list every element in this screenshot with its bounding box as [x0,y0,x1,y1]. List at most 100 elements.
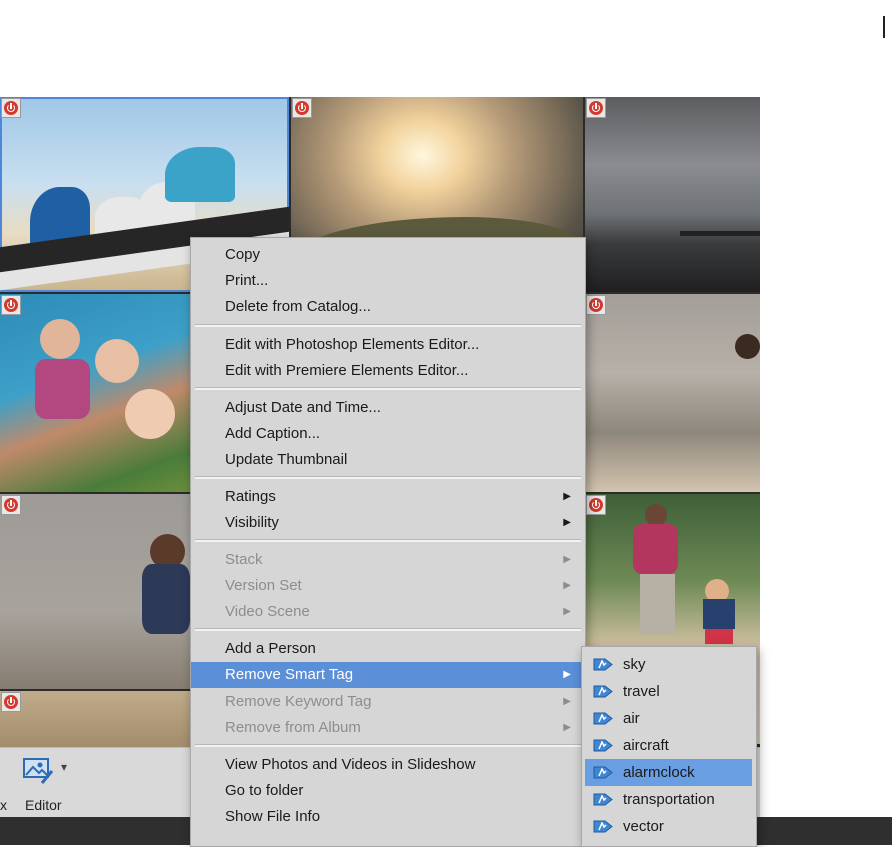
person-shape [40,319,80,359]
menu-item-add-caption[interactable]: Add Caption... [191,421,585,447]
person-shape [645,504,667,526]
person-shape [125,389,175,439]
smart-tag-icon [593,820,613,833]
menu-item-label: Update Thumbnail [225,451,348,468]
menu-item-copy[interactable]: Copy [191,242,585,268]
menu-item-label: Visibility [225,514,279,531]
submenu-arrow-icon: ▶ [563,580,571,591]
submenu-item-alarmclock[interactable]: alarmclock [585,759,752,786]
submenu-arrow-icon: ▶ [563,554,571,565]
submenu-item-label: vector [623,818,664,835]
submenu-item-travel[interactable]: travel [585,678,752,705]
person-shape [95,339,139,383]
menu-item-label: Go to folder [225,782,304,799]
menu-item-label: Remove Smart Tag [225,666,354,683]
toolbar-partial-label: x [0,797,7,813]
power-badge-icon[interactable] [586,495,606,515]
submenu-item-air[interactable]: air [585,705,752,732]
submenu-item-label: transportation [623,791,715,808]
menu-item-remove-from-album: Remove from Album ▶ [191,715,585,741]
menu-item-remove-keyword-tag: Remove Keyword Tag ▶ [191,689,585,715]
menu-item-label: Add Caption... [225,425,321,442]
menu-item-add-person[interactable]: Add a Person [191,636,585,662]
menu-item-remove-smart-tag[interactable]: Remove Smart Tag ▶ [191,662,585,688]
submenu-arrow-icon: ▶ [563,606,571,617]
menu-item-label: Remove Keyword Tag [225,693,372,710]
menu-item-delete-from-catalog[interactable]: Delete from Catalog... [191,294,585,320]
menu-item-edit-photoshop[interactable]: Edit with Photoshop Elements Editor... [191,332,585,358]
photo-thumbnail-child-water[interactable] [0,494,190,689]
submenu-item-vector[interactable]: vector [585,813,752,840]
person-shape [142,564,190,634]
menu-item-label: Stack [225,551,263,568]
smart-tag-icon [593,658,613,671]
editor-dropdown-icon[interactable]: ▾ [61,760,67,774]
smart-tag-icon [593,712,613,725]
smart-tag-icon [593,739,613,752]
menu-separator [195,387,581,390]
menu-item-label: Copy [225,246,261,263]
pier-shape [680,231,760,236]
menu-item-label: Edit with Premiere Elements Editor... [225,362,469,379]
menu-item-visibility[interactable]: Visibility ▶ [191,510,585,536]
submenu-arrow-icon: ▶ [563,517,571,528]
photo-thumbnail-shore[interactable] [585,294,760,492]
menu-item-label: Show File Info [225,808,321,825]
menu-item-label: Add a Person [225,640,316,657]
person-shape [705,629,733,644]
power-badge-icon[interactable] [1,98,21,118]
menu-item-show-file-info[interactable]: Show File Info [191,804,585,830]
power-badge-icon[interactable] [1,692,21,712]
menu-item-label: Edit with Photoshop Elements Editor... [225,336,480,353]
menu-item-ratings[interactable]: Ratings ▶ [191,484,585,510]
menu-item-stack: Stack ▶ [191,547,585,573]
person-shape [735,334,760,359]
menu-item-update-thumbnail[interactable]: Update Thumbnail [191,447,585,473]
power-badge-icon[interactable] [1,495,21,515]
menu-item-label: Video Scene [225,603,310,620]
menu-item-label: Adjust Date and Time... [225,399,381,416]
submenu-item-label: travel [623,683,660,700]
submenu-item-label: air [623,710,640,727]
menu-item-label: View Photos and Videos in Slideshow [225,756,476,773]
photo-thumbnail-family-tent[interactable] [0,294,190,492]
menu-item-view-slideshow[interactable]: View Photos and Videos in Slideshow [191,752,585,778]
smart-tag-icon [593,766,613,779]
submenu-item-aircraft[interactable]: aircraft [585,732,752,759]
power-badge-icon[interactable] [586,98,606,118]
person-shape [35,359,90,419]
menu-item-label: Print... [225,272,269,289]
menu-item-print[interactable]: Print... [191,268,585,294]
menu-item-go-to-folder[interactable]: Go to folder [191,778,585,804]
person-shape [703,599,735,629]
submenu-arrow-icon: ▶ [563,491,571,502]
menu-item-adjust-date-time[interactable]: Adjust Date and Time... [191,395,585,421]
editor-icon[interactable] [22,757,56,785]
menu-separator [195,744,581,747]
photo-thumbnail-beach[interactable] [0,691,190,747]
context-menu: Copy Print... Delete from Catalog... Edi… [190,237,586,847]
photo-thumbnail-pier[interactable] [585,97,760,292]
submenu-arrow-icon: ▶ [563,669,571,680]
submenu-item-label: aircraft [623,737,669,754]
submenu-item-label: sky [623,656,646,673]
menu-item-label: Ratings [225,488,276,505]
smart-tag-submenu: sky travel air aircraft alarmclock trans… [581,646,757,847]
submenu-item-label: alarmclock [623,764,695,781]
submenu-item-transportation[interactable]: transportation [585,786,752,813]
menu-item-label: Version Set [225,577,302,594]
person-shape [633,524,678,574]
smart-tag-icon [593,685,613,698]
submenu-arrow-icon: ▶ [563,722,571,733]
menu-separator [195,628,581,631]
power-badge-icon[interactable] [1,295,21,315]
person-shape [640,574,675,634]
editor-label[interactable]: Editor [25,797,62,813]
surfboard-fin-shape [165,147,235,202]
submenu-arrow-icon: ▶ [563,696,571,707]
submenu-item-sky[interactable]: sky [585,651,752,678]
power-badge-icon[interactable] [292,98,312,118]
menu-item-edit-premiere[interactable]: Edit with Premiere Elements Editor... [191,358,585,384]
menu-item-label: Delete from Catalog... [225,298,371,315]
power-badge-icon[interactable] [586,295,606,315]
